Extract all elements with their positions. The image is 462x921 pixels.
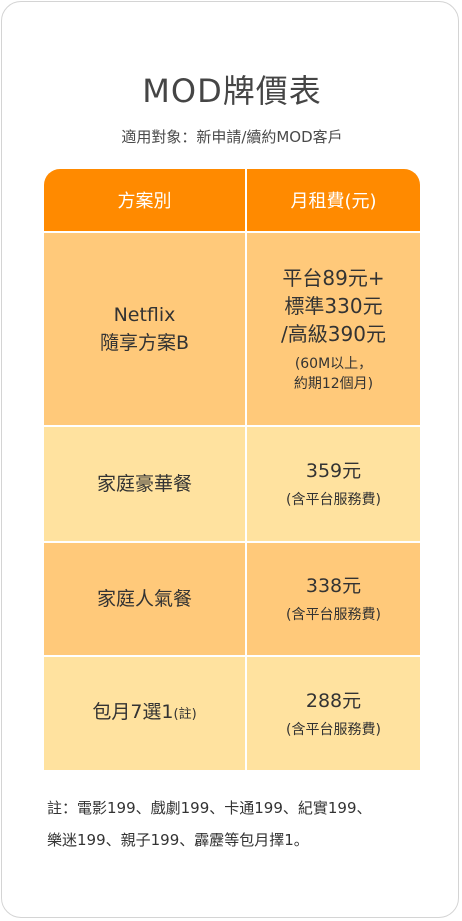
- table-row: 包月7選1(註) 288元 (含平台服務費): [44, 655, 420, 770]
- price-cell: 平台89元+ 標準330元 /高級390元 (60M以上， 約期12個月): [247, 233, 420, 425]
- price-value: 338元: [305, 575, 362, 597]
- table-row: 家庭豪華餐 359元 (含平台服務費): [44, 425, 420, 541]
- price-cell: 288元 (含平台服務費): [247, 657, 420, 770]
- table-row: Netflix 隨享方案B 平台89元+ 標準330元 /高級390元 (60M…: [44, 231, 420, 425]
- footnote-line: 樂迷199、親子199、霹靂等包月擇1。: [47, 831, 309, 849]
- plan-name-line: 隨享方案B: [99, 332, 190, 354]
- header-monthly-fee: 月租費(元): [247, 169, 420, 231]
- page-subtitle: 適用對象：新申請/續約MOD客戶: [121, 128, 343, 146]
- footnote-line: 註：電影199、戲劇199、卡通199、紀實199、: [47, 799, 372, 817]
- plan-name-line: 包月7選1(註): [92, 698, 196, 729]
- price-table: 方案別 月租費(元) Netflix 隨享方案B 平台89元+ 標準330元 /…: [44, 169, 420, 770]
- footnote: 註：電影199、戲劇199、卡通199、紀實199、 樂迷199、親子199、霹…: [47, 792, 427, 856]
- note-line: 約期12個月): [293, 376, 374, 392]
- note-line: (60M以上，: [294, 356, 373, 372]
- table-header-row: 方案別 月租費(元): [44, 169, 420, 231]
- plan-cell: 家庭人氣餐: [44, 543, 247, 655]
- price-line: /高級390元: [281, 322, 386, 346]
- price-cell: 338元 (含平台服務費): [247, 543, 420, 655]
- table-row: 家庭人氣餐 338元 (含平台服務費): [44, 541, 420, 655]
- price-cell: 359元 (含平台服務費): [247, 427, 420, 541]
- price-card: MOD牌價表 適用對象：新申請/續約MOD客戶 方案別 月租費(元) Netfl…: [1, 1, 459, 918]
- plan-cell: 包月7選1(註): [44, 657, 247, 770]
- price-note: (60M以上， 約期12個月): [294, 354, 373, 394]
- plan-name-line: Netflix: [113, 304, 176, 326]
- price-value: 288元: [305, 689, 362, 712]
- plan-name: 包月7選1: [92, 701, 174, 723]
- price-note: (含平台服務費): [286, 721, 381, 738]
- price-value: 359元: [305, 460, 362, 482]
- price-line: 標準330元: [284, 294, 383, 318]
- plan-footnote-marker: (註): [173, 707, 197, 722]
- price-line: 平台89元+: [282, 266, 385, 290]
- page-title: MOD牌價表: [142, 72, 322, 110]
- plan-cell: Netflix 隨享方案B: [44, 233, 247, 425]
- price-note: (含平台服務費): [286, 492, 381, 508]
- header-plan: 方案別: [44, 169, 247, 231]
- plan-cell: 家庭豪華餐: [44, 427, 247, 541]
- price-note: (含平台服務費): [286, 607, 381, 623]
